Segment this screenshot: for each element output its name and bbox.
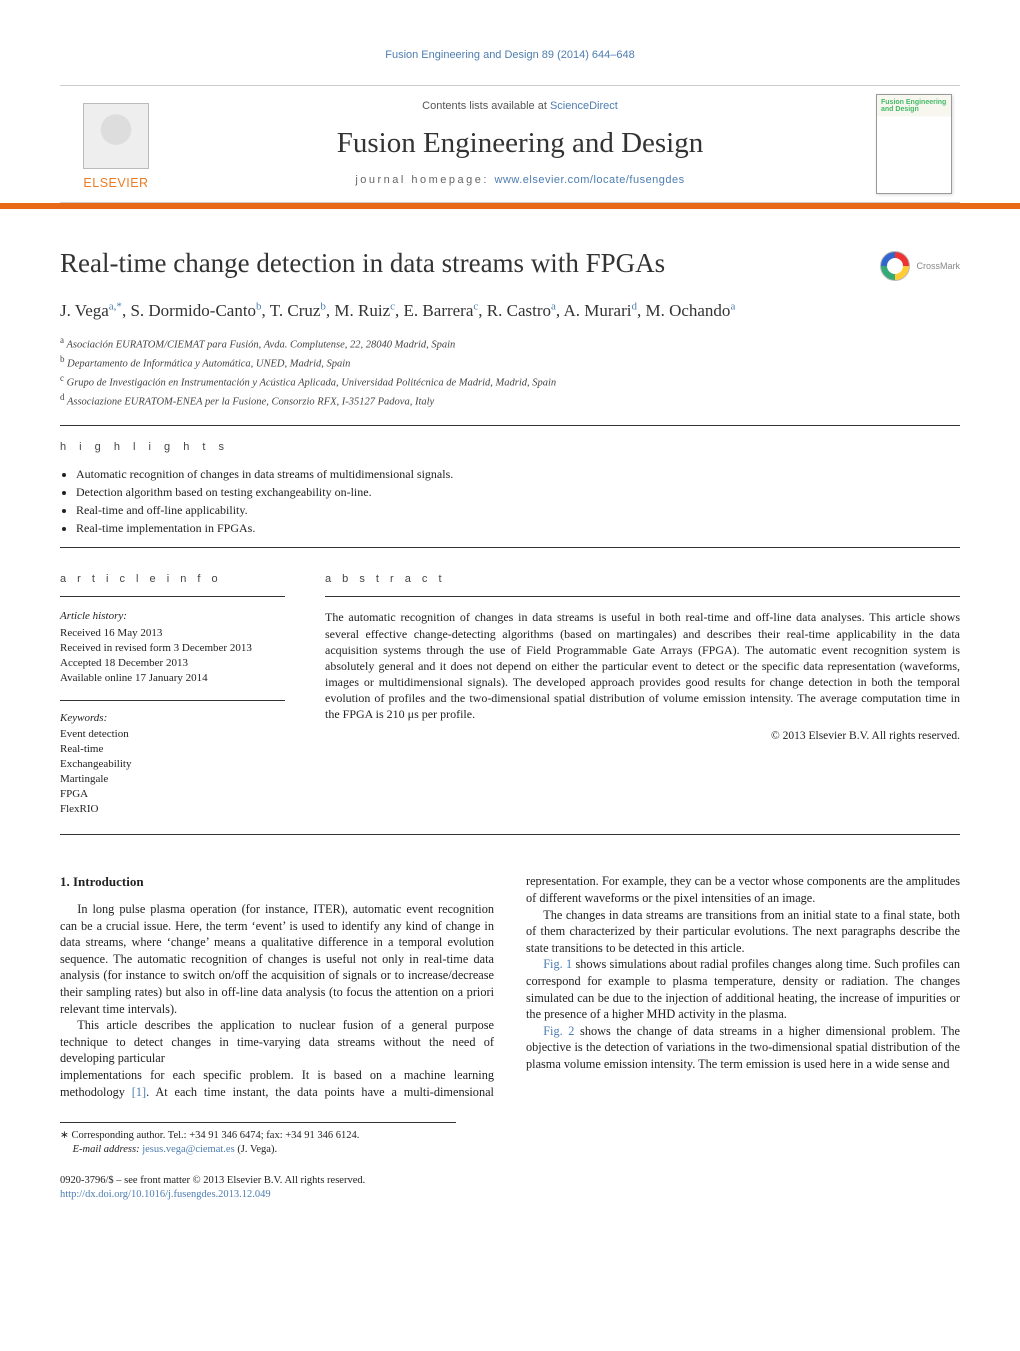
article-title: Real-time change detection in data strea… [60,245,840,281]
journal-title: Fusion Engineering and Design [172,124,868,163]
email-paren: (J. Vega). [235,1144,277,1155]
affil-ref[interactable]: a [551,301,556,313]
para-span: shows the change of data streams in a hi… [526,1024,960,1071]
article-info-label: a r t i c l e i n f o [60,572,285,587]
para: Fig. 1 shows simulations about radial pr… [526,956,960,1022]
crossmark-badge[interactable]: CrossMark [880,251,960,281]
keywords-list: Event detection Real-time Exchangeabilit… [60,727,285,816]
affil-ref[interactable]: b [256,301,262,313]
keyword: Exchangeability [60,757,285,772]
author: A. Murarid [563,301,636,320]
para: Fig. 2 shows the change of data streams … [526,1023,960,1073]
affil-ref[interactable]: c [390,301,395,313]
journal-masthead: ELSEVIER Contents lists available at Sci… [60,85,960,203]
para: The changes in data streams are transiti… [526,907,960,957]
keyword: FPGA [60,787,285,802]
abstract-text: The automatic recognition of changes in … [325,609,960,722]
journal-homepage-line: journal homepage: www.elsevier.com/locat… [172,173,868,188]
affiliation: c Grupo de Investigación en Instrumentac… [60,372,960,391]
author: E. Barrerac [404,301,479,320]
journal-cover-thumb: Fusion Engineering and Design [876,94,952,194]
history-item: Received 16 May 2013 [60,626,285,641]
publisher-logo-block: ELSEVIER [60,86,172,202]
crossmark-icon [880,251,910,281]
contents-available-line: Contents lists available at ScienceDirec… [172,99,868,114]
highlights-list: Automatic recognition of changes in data… [60,465,960,537]
highlight-item: Real-time and off-line applicability. [76,501,960,519]
author: M. Ruizc [334,301,395,320]
section-heading: 1. Introduction [60,873,494,891]
keyword: Real-time [60,742,285,757]
author: S. Dormido-Cantob [130,301,261,320]
crossmark-label: CrossMark [916,260,960,272]
affil-ref[interactable]: a,* [109,301,122,313]
homepage-prefix: journal homepage: [355,174,494,186]
journal-cover: Fusion Engineering and Design [868,86,960,202]
publisher-name: ELSEVIER [83,175,148,192]
history-heading: Article history: [60,609,285,624]
corresponding-author-text: Corresponding author. Tel.: +34 91 346 6… [71,1130,359,1141]
page-footer: 0920-3796/$ – see front matter © 2013 El… [60,1174,960,1202]
email-label: E-mail address: [73,1144,143,1155]
elsevier-tree-icon [83,103,149,169]
rule [60,700,285,701]
abstract-copyright: © 2013 Elsevier B.V. All rights reserved… [325,729,960,745]
author: R. Castroa [487,301,556,320]
keyword: Martingale [60,772,285,787]
affil-ref[interactable]: b [320,301,326,313]
running-head: Fusion Engineering and Design 89 (2014) … [60,48,960,63]
para-span: shows simulations about radial profiles … [526,957,960,1021]
author: T. Cruzb [270,301,326,320]
corresponding-author-footnote: ∗ Corresponding author. Tel.: +34 91 346… [60,1122,456,1157]
footnote-star: ∗ [60,1130,69,1141]
keywords-heading: Keywords: [60,711,285,726]
rule [60,425,960,426]
highlight-item: Real-time implementation in FPGAs. [76,519,960,537]
abstract-label: a b s t r a c t [325,572,960,587]
keyword: Event detection [60,727,285,742]
article-history: Received 16 May 2013 Received in revised… [60,626,285,685]
author-list: J. Vegaa,*, S. Dormido-Cantob, T. Cruzb,… [60,299,840,324]
affiliations: a Asociación EURATOM/CIEMAT para Fusión,… [60,334,960,411]
figure-ref-link[interactable]: Fig. 2 [543,1024,574,1038]
contents-prefix: Contents lists available at [422,100,550,112]
email-link[interactable]: jesus.vega@ciemat.es [142,1144,234,1155]
para: This article describes the application t… [60,1017,494,1067]
figure-ref-link[interactable]: Fig. 1 [543,957,572,971]
affiliation: a Asociación EURATOM/CIEMAT para Fusión,… [60,334,960,353]
para: In long pulse plasma operation (for inst… [60,901,494,1017]
sciencedirect-link[interactable]: ScienceDirect [550,100,618,112]
rule [60,834,960,835]
affiliation: b Departamento de Informática y Automáti… [60,353,960,372]
abstract-column: a b s t r a c t The automatic recognitio… [325,558,960,817]
highlights-label: h i g h l i g h t s [60,440,960,455]
author: J. Vegaa,* [60,301,122,320]
history-item: Accepted 18 December 2013 [60,656,285,671]
cover-title: Fusion Engineering and Design [881,99,947,114]
affil-ref[interactable]: d [631,301,637,313]
article-info-column: a r t i c l e i n f o Article history: R… [60,558,285,817]
history-item: Available online 17 January 2014 [60,671,285,686]
citation-link[interactable]: [1] [132,1085,146,1099]
journal-homepage-link[interactable]: www.elsevier.com/locate/fusengdes [495,174,685,186]
history-item: Received in revised form 3 December 2013 [60,641,285,656]
highlight-item: Detection algorithm based on testing exc… [76,483,960,501]
rule [60,547,960,548]
orange-divider [0,203,1020,209]
affil-ref[interactable]: a [730,301,735,313]
author: M. Ochandoa [645,301,735,320]
keyword: FlexRIO [60,802,285,817]
body-text: 1. Introduction In long pulse plasma ope… [60,873,960,1100]
affil-ref[interactable]: c [473,301,478,313]
doi-link[interactable]: http://dx.doi.org/10.1016/j.fusengdes.20… [60,1189,271,1200]
issn-line: 0920-3796/$ – see front matter © 2013 El… [60,1174,960,1188]
highlight-item: Automatic recognition of changes in data… [76,465,960,483]
affiliation: d Associazione EURATOM-ENEA per la Fusio… [60,391,960,410]
